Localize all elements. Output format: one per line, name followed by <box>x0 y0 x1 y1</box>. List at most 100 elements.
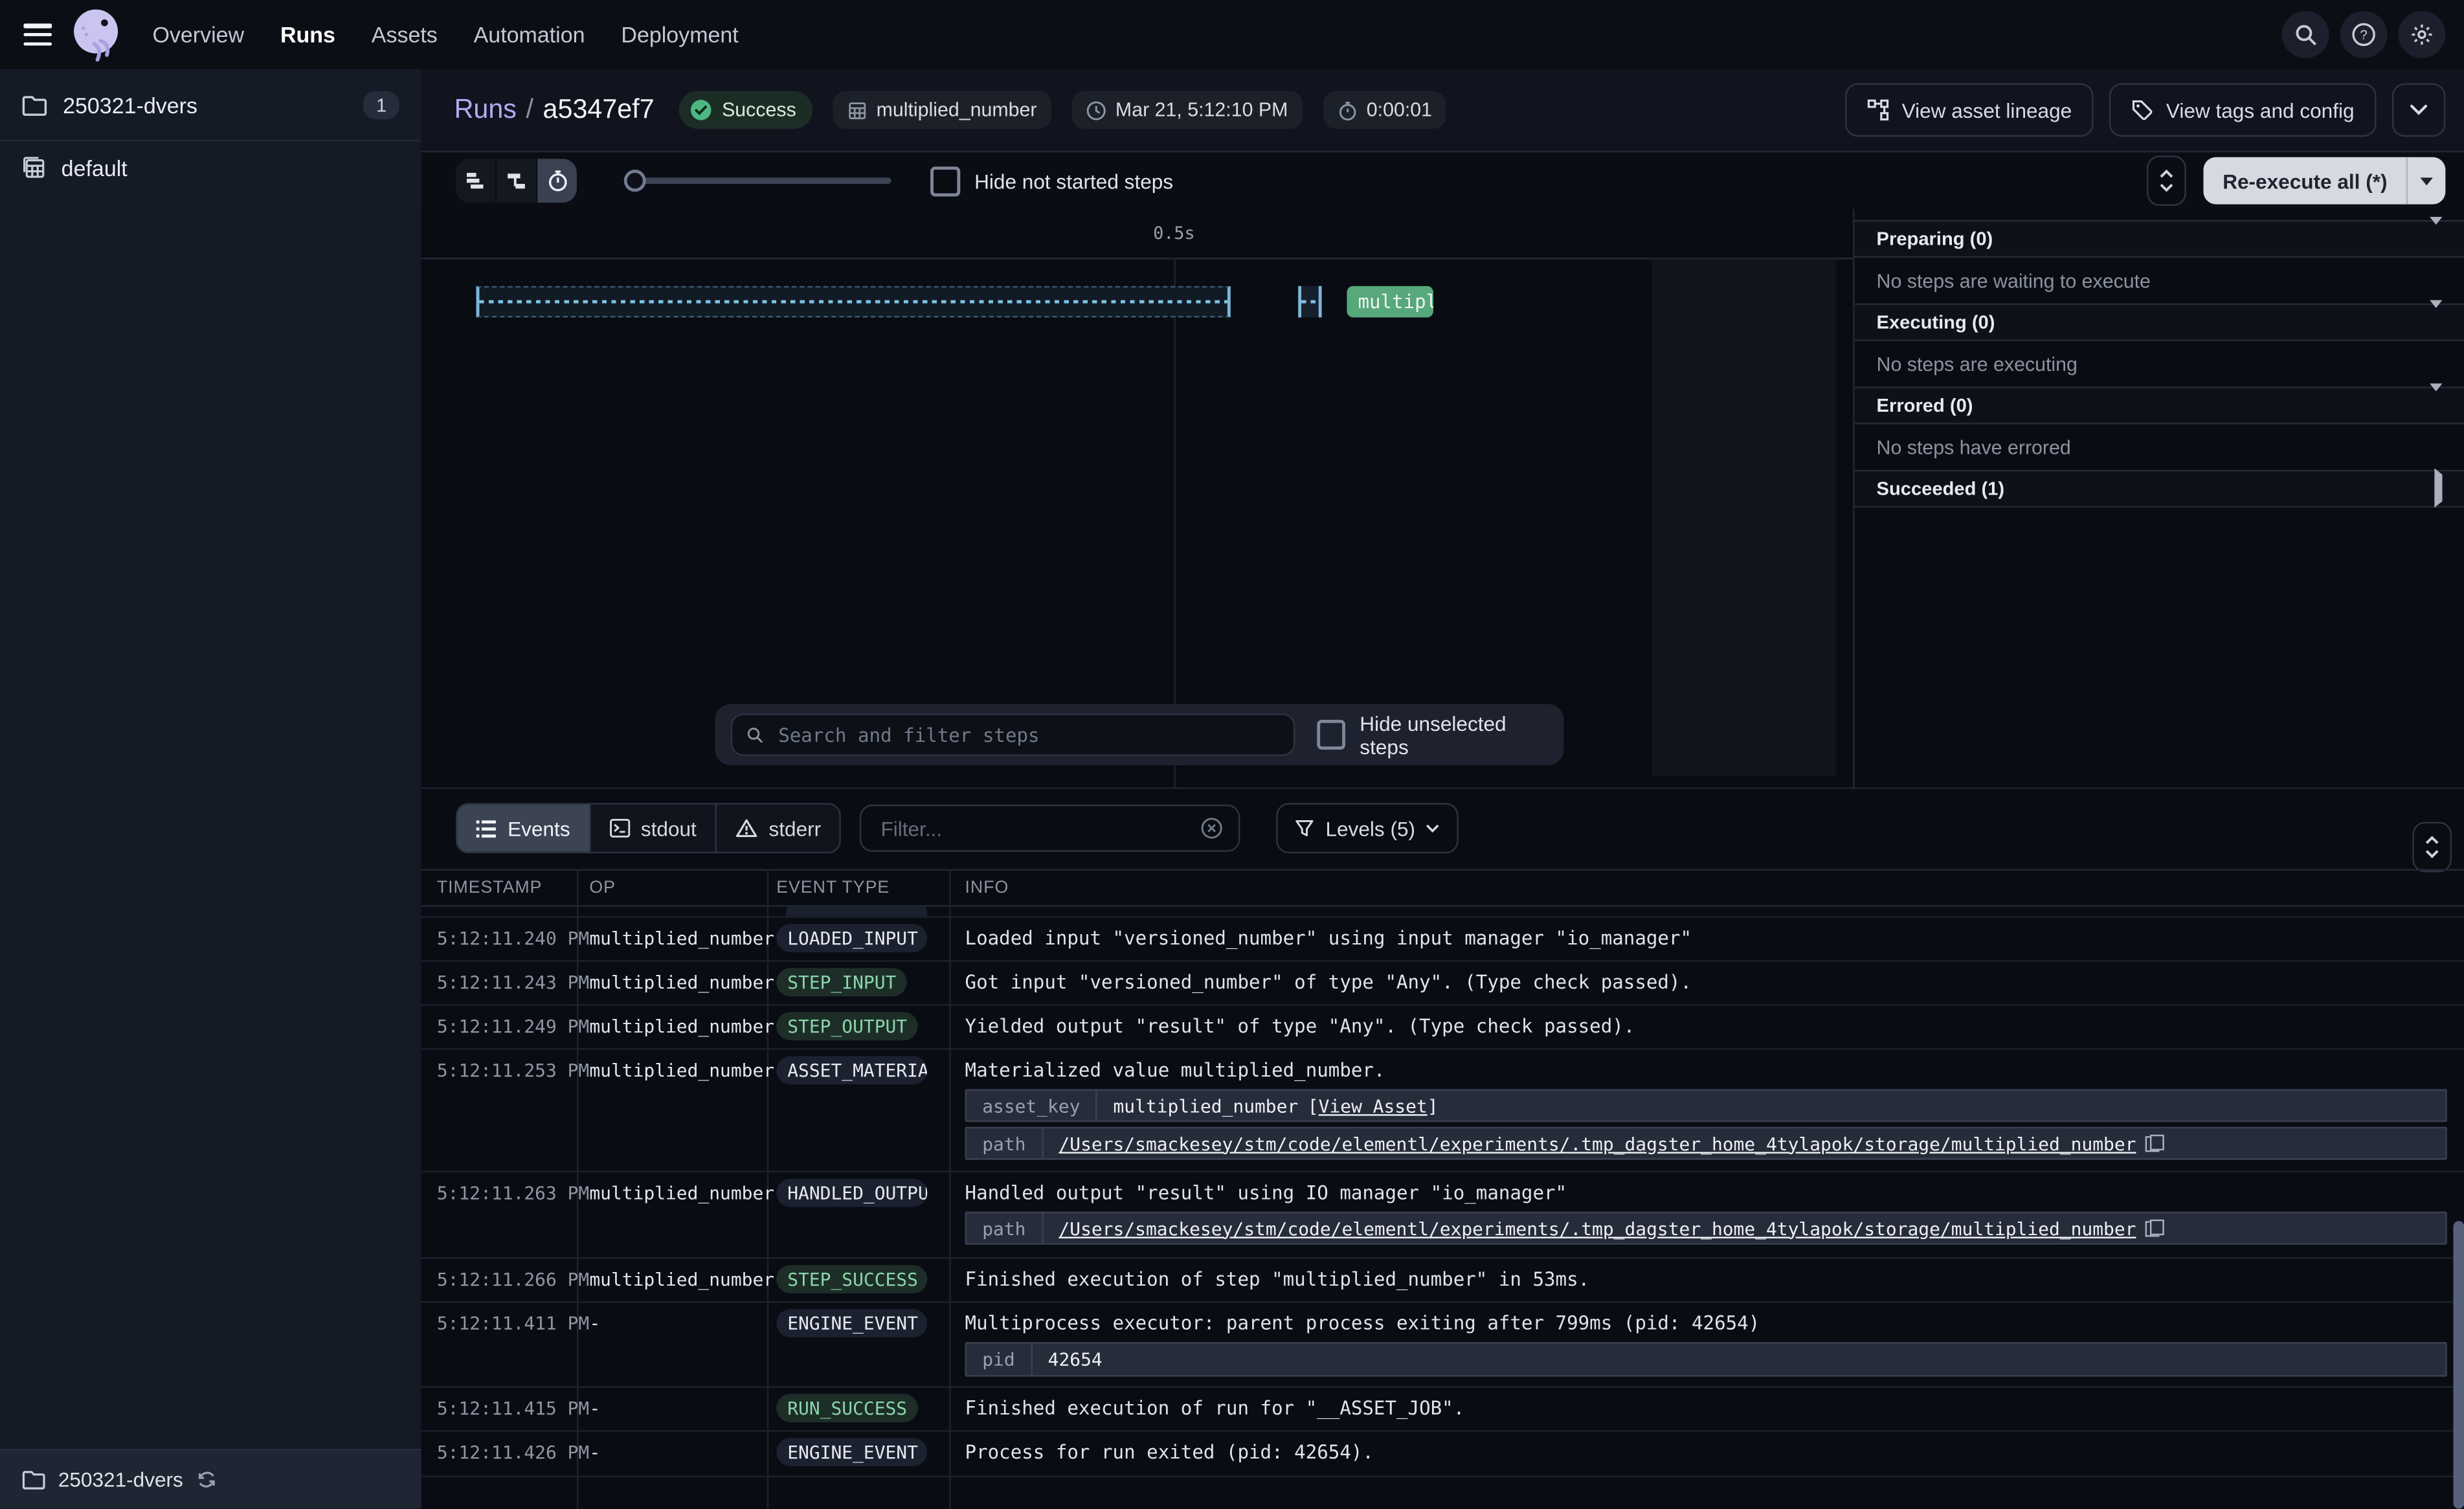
metadata-key: pid <box>967 1344 1032 1376</box>
event-timestamp: 5:12:11.249 PM <box>421 1006 577 1049</box>
view-asset-link-wrap: [View Asset] <box>1308 1095 1439 1117</box>
table-row[interactable]: 5:12:11.415 PM - RUN_SUCCESS Finished ex… <box>421 1388 2464 1432</box>
table-row[interactable]: 5:12:11.263 PM multiplied_number HANDLED… <box>421 1172 2464 1259</box>
tab-stdout[interactable]: stdout <box>590 805 717 852</box>
view-mode-flat-button[interactable] <box>456 159 497 203</box>
chevron-expanded-icon <box>2430 308 2442 337</box>
events-table-body: 5:12:11.240 PM multiplied_number LOADED_… <box>421 907 2464 1477</box>
view-tags-config-button[interactable]: View tags and config <box>2109 84 2376 137</box>
event-timestamp: 5:12:11.263 PM <box>421 1172 577 1215</box>
event-timestamp: 5:12:11.253 PM <box>421 1050 577 1093</box>
settings-button[interactable] <box>2399 11 2446 58</box>
table-row[interactable]: 5:12:11.411 PM - ENGINE_EVENT Multiproce… <box>421 1302 2464 1387</box>
col-event-type: EVENT TYPE <box>767 878 950 897</box>
menu-icon[interactable] <box>23 23 52 45</box>
gantt-expand-button[interactable] <box>2147 155 2187 206</box>
table-row[interactable]: 5:12:11.240 PM multiplied_number LOADED_… <box>421 918 2464 962</box>
log-filter-input[interactable] <box>878 815 1202 842</box>
gantt-step-bar[interactable]: multipli… <box>1347 286 1433 318</box>
gantt-toolbar: Hide not started steps Re-execute all (*… <box>421 152 2464 208</box>
nav-assets[interactable]: Assets <box>372 22 438 47</box>
reexecute-all-button[interactable]: Re-execute all (*) <box>2204 157 2406 205</box>
nav-automation[interactable]: Automation <box>474 22 585 47</box>
workspace-count-badge: 1 <box>364 91 399 119</box>
gantt-planned-bar[interactable] <box>476 286 1231 318</box>
nav-deployment[interactable]: Deployment <box>621 22 738 47</box>
table-row-partial[interactable] <box>421 907 2464 918</box>
events-expand-button[interactable] <box>2412 822 2452 873</box>
metadata-key: asset_key <box>967 1091 1097 1121</box>
gantt-chart[interactable]: 0.5s multipli… Hide unselected steps <box>421 209 1854 789</box>
section-errored[interactable]: Errored (0) <box>1855 386 2464 424</box>
event-op: multiplied_number <box>577 1050 767 1093</box>
step-search-field[interactable] <box>731 713 1295 756</box>
reexecute-dropdown-button[interactable] <box>2406 157 2446 205</box>
status-label: Success <box>722 99 796 121</box>
section-executing-title: Executing (0) <box>1877 311 1995 333</box>
gantt-zoom-slider[interactable] <box>624 170 891 192</box>
event-info: Finished execution of step "multiplied_n… <box>965 1259 2464 1302</box>
metadata-value: multiplied_number <box>1113 1095 1298 1117</box>
tag-icon <box>2131 99 2153 121</box>
terminal-icon <box>609 819 630 838</box>
run-header-more-button[interactable] <box>2392 84 2446 137</box>
chevron-up-icon <box>2160 170 2174 179</box>
breadcrumb-runs-link[interactable]: Runs <box>454 95 517 124</box>
levels-dropdown-button[interactable]: Levels (5) <box>1277 803 1459 854</box>
section-succeeded[interactable]: Succeeded (1) <box>1855 470 2464 508</box>
scrollbar-thumb[interactable] <box>2453 1221 2464 1508</box>
event-info: Process for run exited (pid: 42654). <box>965 1432 2464 1475</box>
refresh-icon[interactable] <box>196 1470 216 1490</box>
table-row[interactable]: 5:12:11.243 PM multiplied_number STEP_IN… <box>421 962 2464 1006</box>
view-mode-timed-button[interactable] <box>537 159 577 203</box>
section-preparing-body: No steps are waiting to execute <box>1855 258 2464 303</box>
asset-tag[interactable]: multiplied_number <box>833 91 1051 129</box>
view-mode-waterfall-button[interactable] <box>497 159 537 203</box>
gear-icon <box>2410 22 2435 47</box>
clear-filter-icon[interactable] <box>1202 817 1224 839</box>
slider-knob[interactable] <box>624 170 646 192</box>
duration-tag: 0:00:01 <box>1323 91 1446 129</box>
hide-unselected-checkbox[interactable] <box>1317 720 1346 750</box>
event-type-badge: ASSET_MATERIALI… <box>776 1056 927 1084</box>
view-asset-lineage-button[interactable]: View asset lineage <box>1845 84 2094 137</box>
search-icon <box>2294 23 2317 46</box>
view-asset-link[interactable]: View Asset <box>1319 1095 1428 1117</box>
section-executing[interactable]: Executing (0) <box>1855 304 2464 341</box>
breadcrumb: Runs/a5347ef7 <box>454 95 655 126</box>
dagster-logo-icon[interactable] <box>69 6 123 63</box>
nav-runs[interactable]: Runs <box>280 22 335 47</box>
tab-events[interactable]: Events <box>457 805 590 852</box>
help-button[interactable]: ? <box>2340 11 2388 58</box>
sidebar-item-repo[interactable]: default <box>0 141 421 193</box>
tab-stderr[interactable]: stderr <box>717 805 840 852</box>
search-button[interactable] <box>2282 11 2329 58</box>
event-type-badge: LOADED_INPUT <box>776 924 927 952</box>
table-row[interactable]: 5:12:11.266 PM multiplied_number STEP_SU… <box>421 1259 2464 1303</box>
copy-icon[interactable] <box>2145 1135 2160 1152</box>
section-preparing[interactable]: Preparing (0) <box>1855 220 2464 258</box>
event-timestamp: 5:12:11.426 PM <box>421 1432 577 1475</box>
path-link[interactable]: /Users/smackesey/stm/code/elementl/exper… <box>1058 1132 2136 1154</box>
events-table-header: TIMESTAMP OP EVENT TYPE INFO <box>421 869 2464 906</box>
step-search-input[interactable] <box>775 722 1279 747</box>
sidebar-item-workspace[interactable]: 250321-dvers 1 <box>0 69 421 142</box>
metadata-entry: pid 42654 <box>965 1342 2447 1376</box>
hide-unselected-checkbox-row[interactable]: Hide unselected steps <box>1317 711 1549 758</box>
copy-icon[interactable] <box>2145 1220 2160 1237</box>
section-errored-title: Errored (0) <box>1877 394 1973 416</box>
table-row[interactable]: 5:12:11.426 PM - ENGINE_EVENT Process fo… <box>421 1432 2464 1477</box>
lineage-icon <box>1867 99 1889 121</box>
view-tags-config-label: View tags and config <box>2166 98 2355 122</box>
gantt-planned-bar-fragment[interactable] <box>1298 286 1321 318</box>
nav-links: Overview Runs Assets Automation Deployme… <box>152 22 738 47</box>
nav-overview[interactable]: Overview <box>152 22 244 47</box>
table-row[interactable]: 5:12:11.253 PM multiplied_number ASSET_M… <box>421 1050 2464 1172</box>
event-timestamp: 5:12:11.240 PM <box>421 918 577 961</box>
path-link[interactable]: /Users/smackesey/stm/code/elementl/exper… <box>1058 1217 2136 1239</box>
hide-not-started-checkbox-row[interactable]: Hide not started steps <box>930 166 1173 196</box>
hide-not-started-checkbox[interactable] <box>930 166 960 196</box>
log-filter-field[interactable] <box>860 805 1240 852</box>
job-grid-icon <box>846 100 867 120</box>
table-row[interactable]: 5:12:11.249 PM multiplied_number STEP_OU… <box>421 1006 2464 1050</box>
